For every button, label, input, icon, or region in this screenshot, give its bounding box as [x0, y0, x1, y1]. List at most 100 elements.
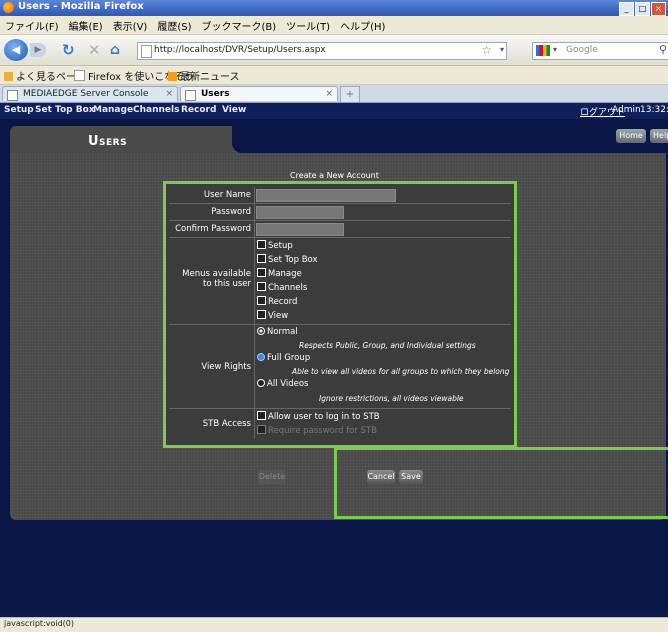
column-divider — [254, 221, 255, 237]
new-tab-button[interactable]: + — [340, 86, 360, 102]
menu-checkbox-view[interactable]: View — [257, 310, 288, 321]
form-row-password: Password — [169, 204, 511, 221]
current-user: Admin — [612, 105, 641, 115]
firefox-logo-icon — [3, 2, 14, 13]
help-button[interactable]: Help — [650, 129, 668, 143]
form-row-view-rights: View Rights Normal Respects Public, Grou… — [169, 325, 511, 409]
nav-record[interactable]: Record — [181, 105, 216, 115]
menu-checkbox-record[interactable]: Record — [257, 296, 297, 307]
cancel-button[interactable]: Cancel — [367, 470, 395, 484]
close-tab-icon[interactable]: × — [165, 87, 173, 102]
nav-setup[interactable]: Setup — [4, 105, 34, 115]
page-icon — [141, 45, 152, 58]
radio-all-videos[interactable]: All Videos — [257, 379, 308, 389]
search-icon[interactable]: ⚲ — [659, 43, 667, 56]
menu-history[interactable]: 履歴(S) — [152, 16, 196, 35]
stb-require-password-checkbox: Require password for STB — [257, 425, 377, 436]
stop-icon[interactable]: ✕ — [88, 39, 101, 61]
radio-full-group-desc: Able to view all videos for all groups t… — [292, 367, 510, 376]
confirm-password-input[interactable] — [256, 223, 344, 236]
window-titlebar: Users - Mozilla Firefox _ □ × — [0, 0, 668, 16]
tab-mediaedge[interactable]: MEDIAEDGE Server Console Version... × — [2, 86, 178, 114]
radio-normal[interactable]: Normal — [257, 327, 298, 337]
radio-button[interactable] — [257, 353, 265, 361]
form-caption: Create a New Account — [290, 171, 379, 180]
column-divider — [254, 409, 255, 439]
nav-view[interactable]: View — [222, 105, 246, 115]
back-icon[interactable]: ◀ — [4, 39, 28, 61]
url-bar[interactable]: http://localhost/DVR/Setup/Users.aspx ☆ … — [137, 42, 507, 60]
tab-users[interactable]: Users × — [180, 86, 338, 101]
radio-button[interactable] — [257, 379, 265, 387]
rss-icon — [168, 72, 177, 81]
minimize-button[interactable]: _ — [619, 2, 634, 16]
radio-full-group[interactable]: Full Group — [257, 353, 310, 363]
reload-icon[interactable]: ↻ — [62, 39, 75, 61]
bookmarks-toolbar: よく見るページ Firefox を使いこなそう 最新ニュース — [0, 66, 668, 85]
create-account-form: User Name Password Confirm Password Menu… — [163, 181, 517, 448]
username-input[interactable] — [256, 189, 396, 202]
bookmark-folder-icon — [4, 72, 13, 81]
panel-header: Users — [10, 126, 232, 153]
panel-notch — [232, 126, 666, 153]
column-divider — [254, 204, 255, 220]
star-icon[interactable]: ☆ — [481, 43, 492, 57]
chevron-down-icon[interactable]: ▾ — [553, 45, 557, 54]
status-bar: javascript:void(0) — [0, 617, 668, 632]
bookmark-latest-news[interactable]: 最新ニュース — [168, 68, 240, 83]
menu-checkbox-setup[interactable]: Setup — [257, 240, 293, 251]
url-dropdown-icon[interactable]: ▾ — [500, 45, 504, 54]
page-icon — [7, 90, 18, 101]
window-controls: _ □ × — [618, 1, 666, 16]
menu-bookmarks[interactable]: ブックマーク(B) — [197, 16, 282, 35]
stb-allow-checkbox[interactable]: Allow user to log in to STB — [257, 411, 380, 422]
menu-view[interactable]: 表示(V) — [108, 16, 153, 35]
menus-label: Menus available to this user — [182, 269, 251, 289]
save-button[interactable]: Save — [399, 470, 423, 484]
form-row-username: User Name — [169, 187, 511, 204]
close-tab-icon[interactable]: × — [325, 87, 333, 102]
page-title: Users — [88, 134, 128, 149]
menu-checkbox-manage[interactable]: Manage — [257, 268, 302, 279]
column-divider — [254, 187, 255, 203]
nav-channels[interactable]: Channels — [133, 105, 179, 115]
checkbox[interactable] — [257, 282, 266, 291]
stb-access-label: STB Access — [202, 419, 251, 429]
menu-file[interactable]: ファイル(F) — [0, 16, 64, 35]
checkbox[interactable] — [257, 296, 266, 305]
checkbox — [257, 425, 266, 434]
menu-edit[interactable]: 編集(E) — [64, 16, 108, 35]
clock: 13:32:31 — [640, 105, 668, 115]
form-row-stb: STB Access Allow user to log in to STB R… — [169, 409, 511, 439]
menu-checkbox-channels[interactable]: Channels — [257, 282, 307, 293]
nav-manage[interactable]: Manage — [93, 105, 133, 115]
checkbox[interactable] — [257, 254, 266, 263]
search-placeholder: Google — [566, 45, 598, 55]
close-window-button[interactable]: × — [651, 2, 666, 16]
password-input[interactable] — [256, 206, 344, 219]
view-rights-label: View Rights — [201, 362, 251, 372]
radio-all-videos-desc: Ignore restrictions, all videos viewable — [319, 394, 464, 403]
menu-tools[interactable]: ツール(T) — [281, 16, 335, 35]
menu-help[interactable]: ヘルプ(H) — [335, 16, 390, 35]
checkbox[interactable] — [257, 310, 266, 319]
app-nav-bar: Setup Set Top Box Manage Channels Record… — [0, 103, 668, 119]
nav-set-top-box[interactable]: Set Top Box — [35, 105, 95, 115]
maximize-button[interactable]: □ — [635, 2, 650, 16]
checkbox[interactable] — [257, 268, 266, 277]
url-text: http://localhost/DVR/Setup/Users.aspx — [154, 45, 326, 55]
page-icon — [74, 70, 85, 81]
page-icon — [185, 90, 196, 101]
menu-checkbox-set-top-box[interactable]: Set Top Box — [257, 254, 318, 265]
tab-strip: MEDIAEDGE Server Console Version... × Us… — [0, 85, 668, 114]
forward-icon[interactable]: ▶ — [30, 43, 46, 57]
search-box[interactable]: ▾ Google ⚲ — [532, 42, 668, 60]
radio-normal-desc: Respects Public, Group, and Individual s… — [299, 341, 476, 350]
checkbox[interactable] — [257, 240, 266, 249]
home-icon[interactable]: ⌂ — [110, 39, 120, 61]
radio-button[interactable] — [257, 327, 265, 335]
google-logo-icon — [536, 45, 550, 56]
home-button[interactable]: Home — [616, 129, 646, 143]
tab-label: Users — [201, 89, 230, 99]
checkbox[interactable] — [257, 411, 266, 420]
